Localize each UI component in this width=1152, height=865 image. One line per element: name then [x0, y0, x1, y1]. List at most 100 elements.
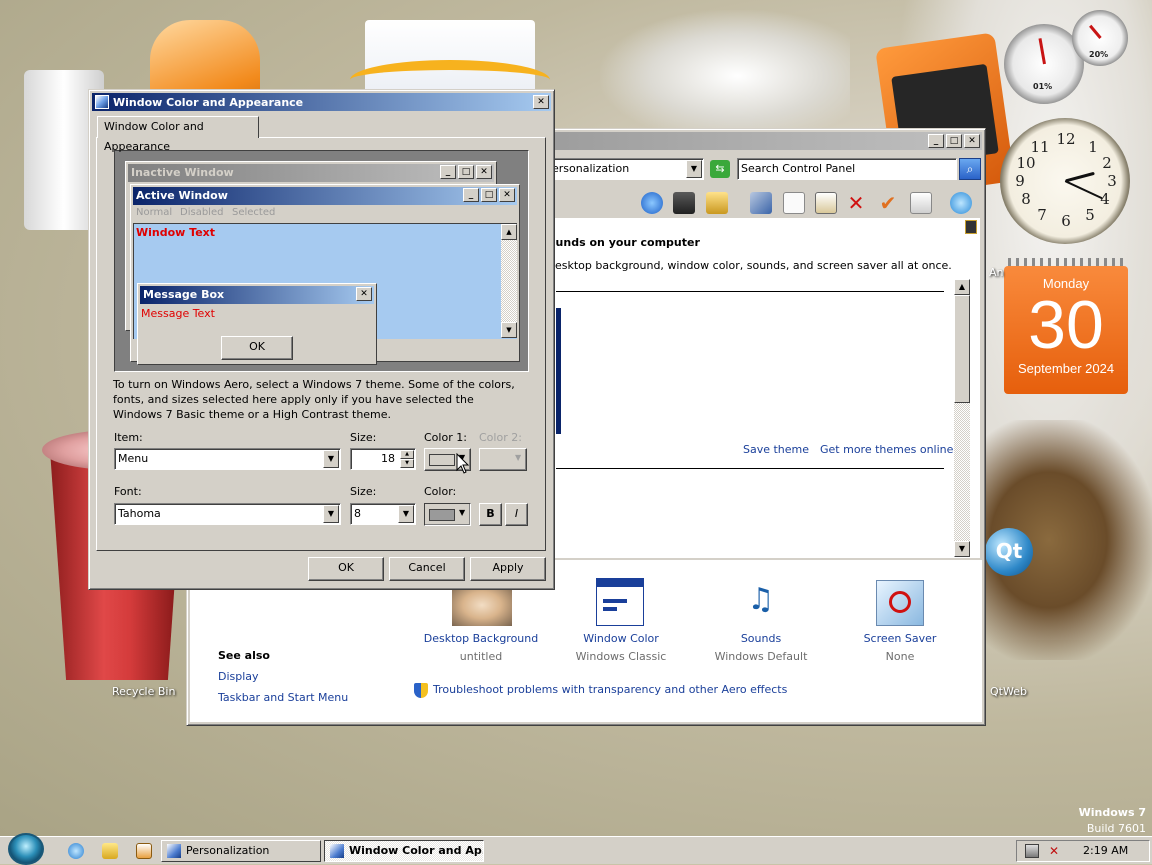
preview-active-close-icon: ✕ — [499, 188, 515, 202]
theme-preview-edge — [556, 308, 561, 434]
font-select[interactable]: Tahoma ▼ — [114, 503, 341, 525]
font-color-picker-button[interactable]: ▼ — [424, 503, 471, 526]
font-color-dropdown-arrow: ▼ — [459, 508, 466, 517]
system-tray: ✕ 2:19 AM — [1016, 840, 1150, 862]
dialog-titlebar[interactable]: Window Color and Appearance ✕ — [92, 93, 551, 111]
window-color-task-icon — [330, 844, 344, 858]
preview-message-text: Message Text — [141, 307, 215, 320]
dialog-title: Window Color and Appearance — [113, 95, 304, 109]
taskbar-button-personalization[interactable]: Personalization — [161, 840, 321, 862]
search-icon[interactable]: ⌕ — [959, 158, 981, 180]
start-button[interactable] — [8, 833, 44, 865]
clock-numeral-12: 12 — [1056, 130, 1076, 148]
ok-button[interactable]: OK — [308, 557, 384, 581]
memory-needle — [1089, 24, 1102, 39]
color1-swatch — [429, 454, 455, 466]
address-bar[interactable]: ersonalization ▼ — [548, 158, 704, 180]
wallpaper-gear-icon — [600, 10, 850, 130]
internet-explorer-icon[interactable] — [68, 843, 84, 859]
calendar-page: Monday 30 September 2024 — [1004, 266, 1128, 394]
folder-options-icon[interactable] — [706, 192, 728, 214]
properties-icon[interactable] — [910, 192, 932, 214]
item-dropdown-arrow[interactable]: ▼ — [323, 450, 339, 468]
qtweb-icon[interactable]: Qt — [985, 528, 1033, 576]
monitor-icon[interactable] — [673, 192, 695, 214]
cancel-button[interactable]: Cancel — [389, 557, 465, 581]
troubleshoot-aero-link[interactable]: Troubleshoot problems with transparency … — [433, 683, 787, 696]
desktop-background-thumbnail[interactable] — [452, 588, 512, 626]
display-link[interactable]: Display — [218, 670, 259, 683]
screen-saver-icon[interactable] — [876, 580, 924, 626]
up-arrow-icon[interactable] — [641, 192, 663, 214]
clock-numeral-9: 9 — [1015, 172, 1025, 190]
search-input[interactable]: Search Control Panel — [737, 158, 957, 180]
save-theme-link[interactable]: Save theme — [743, 443, 809, 456]
size-spin-down[interactable]: ▼ — [400, 459, 414, 468]
clock-gadget[interactable]: 12 1 2 3 4 5 6 7 8 9 10 11 — [1000, 118, 1130, 244]
media-player-icon[interactable] — [136, 843, 152, 859]
delete-icon[interactable]: ✕ — [845, 192, 867, 214]
dialog-close-button[interactable]: ✕ — [533, 95, 549, 109]
taskbar-button-window-color[interactable]: Window Color and Ap... — [324, 840, 484, 862]
see-also-heading: See also — [218, 649, 270, 662]
calendar-gadget[interactable]: Monday 30 September 2024 — [1004, 258, 1128, 394]
sounds-link[interactable]: Sounds — [691, 632, 831, 645]
font-dropdown-arrow[interactable]: ▼ — [323, 505, 339, 523]
font-size-select[interactable]: 8 ▼ — [350, 503, 416, 525]
window-color-thumbnail[interactable] — [596, 578, 644, 626]
font-size-dropdown-arrow[interactable]: ▼ — [398, 505, 414, 523]
font-color-swatch — [429, 509, 455, 521]
windows-build-watermark: Build 7601 — [1086, 822, 1146, 835]
address-text: ersonalization — [552, 162, 630, 175]
checkmark-icon[interactable]: ✔ — [877, 192, 899, 214]
personalization-subtext: desktop background, window color, sounds… — [548, 259, 952, 272]
item-size-input[interactable]: 18 ▲ ▼ — [350, 448, 416, 470]
preview-active-maximize-icon: □ — [481, 188, 497, 202]
maximize-button[interactable]: □ — [946, 134, 962, 148]
tray-clock[interactable]: 2:19 AM — [1083, 844, 1128, 857]
scroll-thumb[interactable] — [954, 295, 970, 403]
size-spin-up[interactable]: ▲ — [400, 450, 414, 459]
network-tray-icon[interactable] — [1025, 844, 1039, 858]
get-more-themes-link[interactable]: Get more themes online — [820, 443, 953, 456]
memory-meter-gadget[interactable]: 20% — [1072, 10, 1128, 66]
refresh-icon[interactable]: ⇆ — [710, 160, 730, 178]
windows-version-watermark: Windows 7 — [1078, 806, 1146, 819]
show-desktop-icon[interactable] — [102, 843, 118, 859]
desktop-background-value: untitled — [459, 650, 503, 663]
item-select[interactable]: Menu ▼ — [114, 448, 341, 470]
theme-scrollbar[interactable]: ▲ ▼ — [954, 279, 970, 557]
item-select-value: Menu — [118, 452, 149, 465]
preview-scrollbar: ▲ ▼ — [501, 224, 517, 338]
close-button[interactable]: ✕ — [964, 134, 980, 148]
tab-window-color-and-appearance[interactable]: Window Color and Appearance — [97, 116, 259, 153]
preview-active-minimize-icon: _ — [463, 188, 479, 202]
window-color-link[interactable]: Window Color — [551, 632, 691, 645]
qtweb-label[interactable]: QtWeb — [990, 685, 1027, 698]
preview-active-title-text: Active Window — [136, 189, 228, 202]
apply-button[interactable]: Apply — [470, 557, 546, 581]
screen-saver-link[interactable]: Screen Saver — [830, 632, 970, 645]
font-size-value: 8 — [354, 507, 361, 520]
help-icon[interactable] — [965, 220, 977, 234]
preview-msgbox-title-text: Message Box — [143, 288, 225, 301]
shield-icon — [414, 683, 428, 698]
scroll-down-button[interactable]: ▼ — [954, 541, 970, 557]
minimize-button[interactable]: _ — [928, 134, 944, 148]
copy-icon[interactable] — [783, 192, 805, 214]
desktop-background-link[interactable]: Desktop Background — [411, 632, 551, 645]
sounds-icon[interactable]: ♫ — [736, 580, 786, 626]
recycle-bin-label[interactable]: Recycle Bin — [112, 685, 175, 698]
bold-button[interactable]: B — [479, 503, 502, 526]
cut-icon[interactable] — [750, 192, 772, 214]
desktop-partial-label: An — [989, 266, 1004, 279]
scroll-up-button[interactable]: ▲ — [954, 279, 970, 295]
network-icon[interactable] — [950, 192, 972, 214]
taskbar-start-menu-link[interactable]: Taskbar and Start Menu — [218, 691, 348, 704]
volume-muted-tray-icon[interactable]: ✕ — [1049, 844, 1063, 858]
italic-button[interactable]: I — [505, 503, 528, 526]
window-color-title-icon — [95, 95, 109, 109]
paste-icon[interactable] — [815, 192, 837, 214]
preview-close-icon: ✕ — [476, 165, 492, 179]
address-dropdown-arrow[interactable]: ▼ — [686, 160, 702, 178]
